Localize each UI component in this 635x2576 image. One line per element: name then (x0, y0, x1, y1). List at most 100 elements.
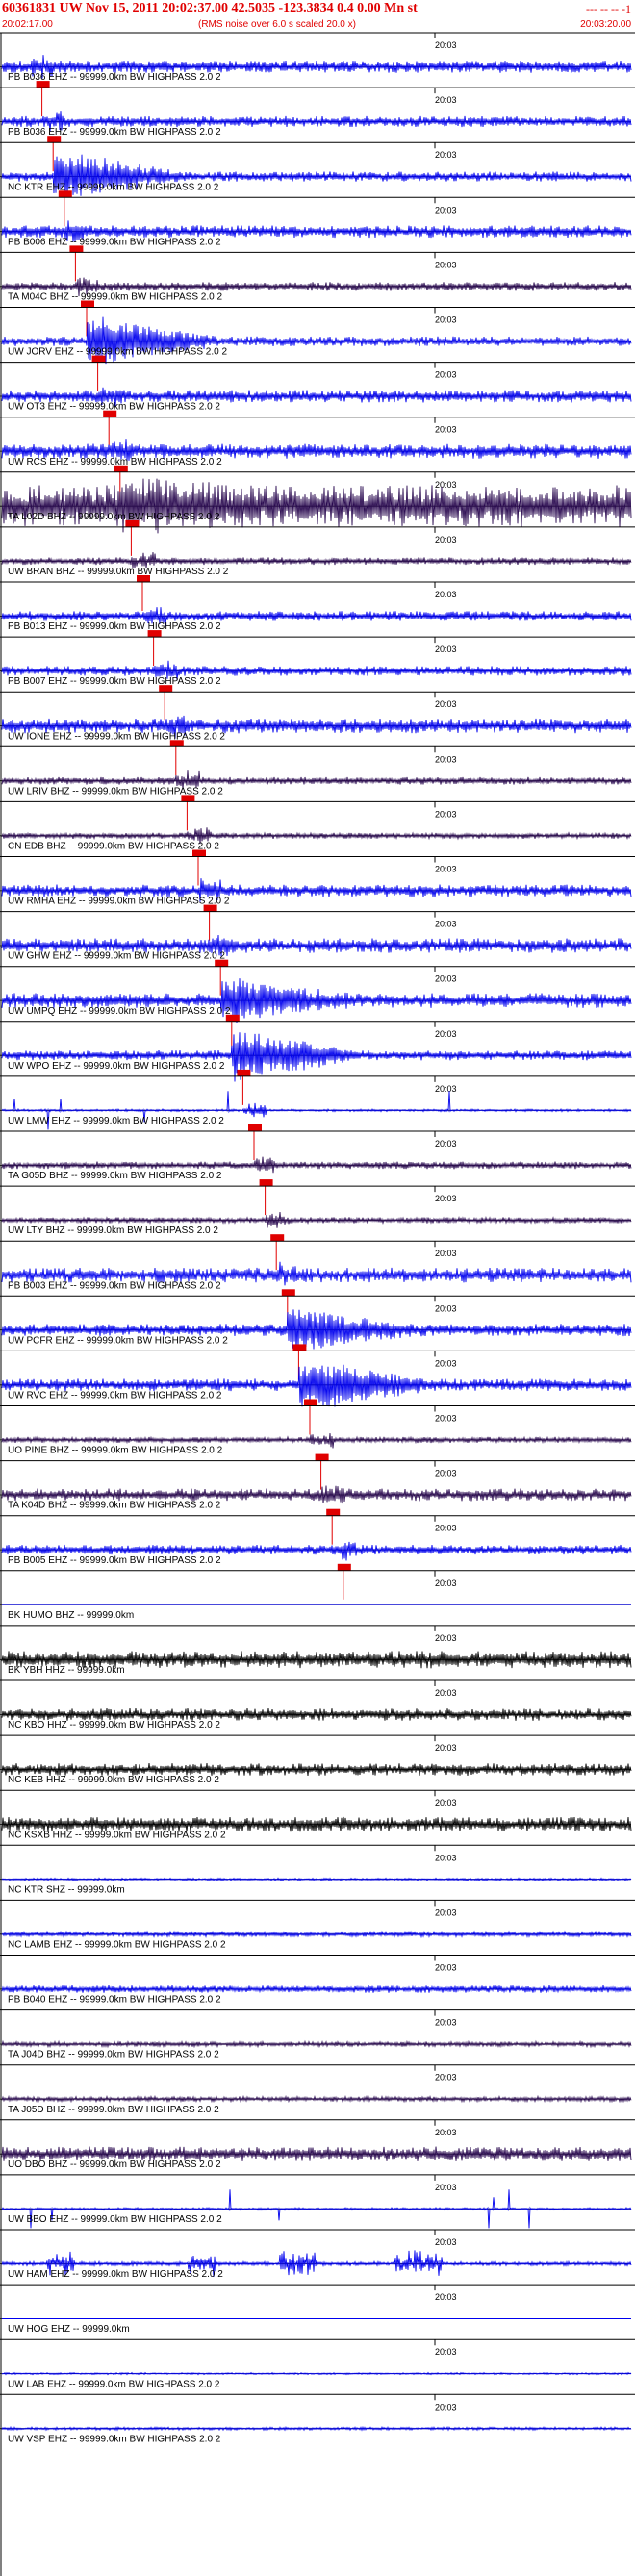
trace-row: 20:03PB B036 EHZ -- 99999.0km BW HIGHPAS… (0, 32, 635, 117)
station-label: NC KEB HHZ -- 99999.0km BW HIGHPASS 2.0 … (8, 1775, 219, 1785)
trace-row: 20:03 PB B007 EHZ -- 99999.0km BW HIGHPAS… (0, 636, 635, 721)
trace-row: 20:03 TA K04D BHZ -- 99999.0km BW HIGHPAS… (0, 1460, 635, 1545)
station-label: NC KSXB HHZ -- 99999.0km BW HIGHPASS 2.0… (8, 1830, 226, 1840)
trace-row: 20:03 UW LMW EHZ -- 99999.0km BW HIGHPASS… (0, 1075, 635, 1160)
pick-marker (36, 81, 50, 88)
pick-marker (58, 190, 72, 198)
station-label: NC KBO HHZ -- 99999.0km BW HIGHPASS 2.0 … (8, 1720, 220, 1730)
minute-tick-label: 20:03 (435, 1249, 457, 1258)
waveform (1, 1032, 632, 1082)
minute-tick-label: 20:03 (435, 2237, 457, 2247)
trace-row: 20:03 UW LAB EHZ -- 99999.0km BW HIGHPASS… (0, 2338, 635, 2389)
station-label: UW RVC EHZ -- 99999.0km BW HIGHPASS 2.0 … (8, 1391, 222, 1402)
trace-row: 20:03 PB B003 EHZ -- 99999.0km BW HIGHPAS… (0, 1240, 635, 1326)
minute-tick-label: 20:03 (435, 1963, 457, 1973)
station-label: UW RMHA EHZ -- 99999.0km BW HIGHPASS 2.0… (8, 897, 230, 907)
station-label: TA L02D BHZ -- 99999.0km BW HIGHPASS 2.0… (8, 512, 220, 522)
trace-row: 20:03 BK HUMO BHZ -- 99999.0km (0, 1570, 635, 1621)
trace-row: 20:03UW LRIV BHZ -- 99999.0km BW HIGHPAS… (0, 745, 635, 831)
trace-row: 20:03 NC KEB HHZ -- 99999.0km BW HIGHPASS… (0, 1734, 635, 1785)
station-label: UW BRAN BHZ -- 99999.0km BW HIGHPASS 2.0… (8, 567, 229, 577)
trace-row: 20:03 TA G05D BHZ -- 99999.0km BW HIGHPAS… (0, 1130, 635, 1216)
minute-tick-label: 20:03 (435, 535, 457, 544)
minute-tick-label: 20:03 (435, 1907, 457, 1917)
trace-row: 20:03 UO PINE BHZ -- 99999.0km BW HIGHPAS… (0, 1405, 635, 1490)
pick-marker (69, 245, 84, 253)
minute-tick-label: 20:03 (435, 95, 457, 105)
minute-tick-label: 20:03 (435, 260, 457, 269)
trace-row: 20:03 UW IONE EHZ -- 99999.0km BW HIGHPAS… (0, 691, 635, 776)
station-label: PB B005 EHZ -- 99999.0km BW HIGHPASS 2.0… (8, 1555, 221, 1566)
trace-row: 20:03 UW LTY BHZ -- 99999.0km BW HIGHPASS… (0, 1185, 635, 1271)
pick-marker (125, 519, 140, 527)
minute-tick-label: 20:03 (435, 2183, 457, 2192)
trace-row: 20:03 TA M04C BHZ -- 99999.0km BW HIGHPAS… (0, 251, 635, 337)
station-label: BK HUMO BHZ -- 99999.0km (8, 1610, 134, 1621)
minute-tick-label: 20:03 (435, 1414, 457, 1424)
trace-row: 20:03 PB B013 EHZ -- 99999.0km BW HIGHPAS… (0, 581, 635, 667)
minute-tick-label: 20:03 (435, 974, 457, 984)
pick-marker (181, 795, 195, 802)
trace-row: 20:03 UW RMHA EHZ -- 99999.0km BW HIGHPAS… (0, 856, 635, 941)
trace-row: 20:03 UW UMPQ EHZ -- 99999.0km BW HIGHPAS… (0, 966, 635, 1050)
trace-row: 20:03 UW HAM EHZ -- 99999.0km BW HIGHPASS… (0, 2229, 635, 2280)
trace-row: 20:03 UW BBO EHZ -- 99999.0km BW HIGHPASS… (0, 2174, 635, 2229)
minute-tick-label: 20:03 (435, 920, 457, 929)
station-label: UW PCFR EHZ -- 99999.0km BW HIGHPASS 2.0… (8, 1335, 228, 1346)
minute-tick-label: 20:03 (435, 480, 457, 490)
trace-row: 20:03 PB B005 EHZ -- 99999.0km BW HIGHPAS… (0, 1515, 635, 1600)
minute-tick-label: 20:03 (435, 1139, 457, 1149)
station-label: UW WPO EHZ -- 99999.0km BW HIGHPASS 2.0 … (8, 1061, 225, 1072)
station-label: PB B013 EHZ -- 99999.0km BW HIGHPASS 2.0… (8, 621, 221, 632)
station-label: TA K04D BHZ -- 99999.0km BW HIGHPASS 2.0… (8, 1501, 221, 1511)
trace-row: 20:03UW OT3 EHZ -- 99999.0km BW HIGHPASS… (0, 362, 635, 446)
minute-tick-label: 20:03 (435, 2073, 457, 2083)
minute-tick-label: 20:03 (435, 590, 457, 599)
minute-tick-label: 20:03 (435, 40, 457, 50)
trace-row: 20:03 UW BRAN BHZ -- 99999.0km BW HIGHPAS… (0, 526, 635, 611)
waveform (1, 478, 632, 534)
station-label: PB B036 EHZ -- 99999.0km BW HIGHPASS 2.0… (8, 127, 221, 138)
minute-tick-label: 20:03 (435, 150, 457, 160)
station-label: UW HOG EHZ -- 99999.0km (8, 2324, 130, 2335)
minute-tick-label: 20:03 (435, 644, 457, 654)
pick-marker (147, 630, 162, 638)
minute-tick-label: 20:03 (435, 205, 457, 215)
station-label: NC LAMB EHZ -- 99999.0km BW HIGHPASS 2.0… (8, 1940, 226, 1951)
minute-tick-label: 20:03 (435, 316, 457, 325)
minute-tick-label: 20:03 (435, 1743, 457, 1753)
station-label: PB B006 EHZ -- 99999.0km BW HIGHPASS 2.0… (8, 237, 221, 247)
minute-tick-label: 20:03 (435, 1194, 457, 1203)
minute-tick-label: 20:03 (435, 1688, 457, 1698)
waveform (1, 1877, 632, 1882)
pick-marker (248, 1124, 262, 1131)
pick-marker (270, 1234, 285, 1242)
trace-row: 20:03 UW JORV EHZ -- 99999.0km BW HIGHPAS… (0, 307, 635, 391)
minute-tick-label: 20:03 (435, 2292, 457, 2302)
trace-row: 20:03 TA L02D BHZ -- 99999.0km BW HIGHPAS… (0, 471, 635, 556)
minute-tick-label: 20:03 (435, 1633, 457, 1643)
trace-row: 20:03 UW GHW EHZ -- 99999.0km BW HIGHPASS… (0, 911, 635, 996)
station-label: BK YBH HHZ -- 99999.0km (8, 1665, 125, 1676)
minute-tick-label: 20:03 (435, 2347, 457, 2357)
station-label: PB B007 EHZ -- 99999.0km BW HIGHPASS 2.0… (8, 676, 221, 687)
pick-marker (237, 1069, 251, 1076)
station-label: UW LTY BHZ -- 99999.0km BW HIGHPASS 2.0 … (8, 1225, 218, 1236)
station-label: NC KTR EHZ -- 99999.0km BW HIGHPASS 2.0 … (8, 182, 219, 192)
minute-tick-label: 20:03 (435, 1578, 457, 1588)
minute-tick-label: 20:03 (435, 1798, 457, 1807)
minute-tick-label: 20:03 (435, 2402, 457, 2412)
trace-row: 20:03 UW RVC EHZ -- 99999.0km BW HIGHPASS… (0, 1350, 635, 1435)
minute-tick-label: 20:03 (435, 425, 457, 435)
station-label: TA G05D BHZ -- 99999.0km BW HIGHPASS 2.0… (8, 1171, 222, 1181)
station-label: UW LAB EHZ -- 99999.0km BW HIGHPASS 2.0 … (8, 2379, 220, 2389)
minute-tick-label: 20:03 (435, 1303, 457, 1313)
trace-row: 20:03 TA J05D BHZ -- 99999.0km BW HIGHPAS… (0, 2064, 635, 2115)
pick-marker (137, 575, 150, 582)
trace-row: 20:03 NC KSXB HHZ -- 99999.0km BW HIGHPAS… (0, 1789, 635, 1840)
pick-marker (81, 300, 94, 308)
trace-row: 20:03 NC KTR SHZ -- 99999.0km (0, 1844, 635, 1895)
trace-row: 20:03 UW WPO EHZ -- 99999.0km BW HIGHPASS… (0, 1021, 635, 1105)
waveform (1, 1763, 632, 1776)
station-label: PB B040 EHZ -- 99999.0km BW HIGHPASS 2.0… (8, 1995, 221, 2006)
